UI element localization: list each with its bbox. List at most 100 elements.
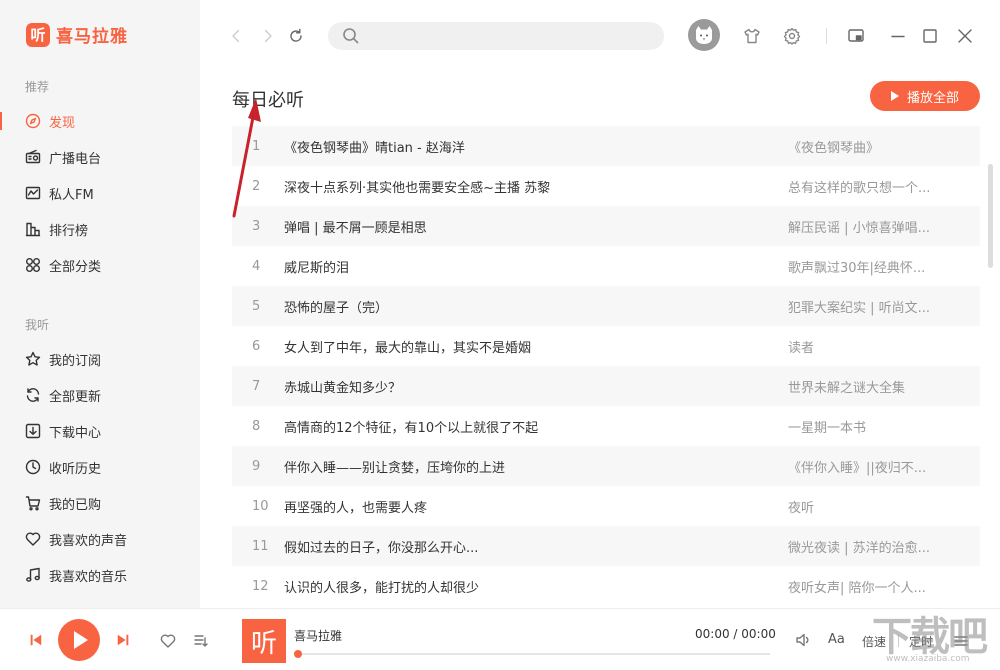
track-title[interactable]: 恐怖的屋子（完）	[284, 297, 788, 316]
play-icon	[890, 91, 899, 101]
progress-bar[interactable]	[294, 650, 770, 658]
sidebar-item-label: 私人FM	[49, 187, 94, 203]
track-title[interactable]: 《夜色钢琴曲》晴tian - 赵海洋	[284, 137, 788, 156]
track-title[interactable]: 再坚强的人，也需要人疼	[284, 497, 788, 516]
track-album[interactable]: 微光夜读 | 苏洋的治愈...	[788, 537, 958, 556]
track-title[interactable]: 认识的人很多，能打扰的人却很少	[284, 577, 788, 596]
track-number: 1	[252, 138, 261, 154]
next-icon[interactable]	[115, 632, 131, 648]
sidebar-item-history[interactable]: 收听历史	[0, 453, 200, 481]
sidebar-item-updates[interactable]: 全部更新	[0, 381, 200, 409]
track-album[interactable]: 总有这样的歌只想一个...	[788, 177, 958, 196]
back-icon[interactable]	[226, 26, 246, 46]
sidebar-item-discover[interactable]: 发现	[0, 107, 200, 135]
progress-handle[interactable]	[294, 650, 302, 658]
refresh-icon[interactable]	[286, 26, 306, 46]
skin-icon[interactable]	[742, 26, 762, 46]
table-row[interactable]: 11 假如过去的日子，你没那么开心... 微光夜读 | 苏洋的治愈...	[232, 526, 980, 566]
now-playing-title: 喜马拉雅	[294, 629, 343, 643]
refresh-icon	[24, 386, 42, 404]
play-all-label: 播放全部	[906, 90, 959, 106]
font-size-button[interactable]: Aa	[828, 632, 845, 647]
sidebar-item-liked-music[interactable]: 我喜欢的音乐	[0, 561, 200, 589]
minimize-icon[interactable]	[888, 26, 908, 46]
sidebar-item-label: 全部分类	[49, 259, 102, 275]
volume-icon[interactable]	[794, 631, 812, 649]
app-logo[interactable]: 听 喜马拉雅	[26, 22, 128, 47]
table-row[interactable]: 8 高情商的12个特征，有10个以上就很了不起 一星期一本书	[232, 406, 980, 446]
track-title[interactable]: 赤城山黄金知多少？	[284, 377, 788, 396]
track-album[interactable]: 一星期一本书	[788, 417, 958, 436]
like-heart-icon[interactable]	[159, 632, 177, 650]
track-album[interactable]: 夜听	[788, 497, 958, 516]
sidebar-item-purchased[interactable]: 我的已购	[0, 489, 200, 517]
track-number: 5	[252, 298, 261, 314]
play-icon	[74, 631, 88, 649]
track-album[interactable]: 解压民谣 | 小惊喜弹唱...	[788, 217, 958, 236]
track-album[interactable]: 读者	[788, 337, 958, 356]
play-all-button[interactable]: 播放全部	[870, 81, 980, 111]
previous-icon[interactable]	[28, 632, 44, 648]
mini-mode-icon[interactable]	[846, 26, 866, 46]
play-button[interactable]	[58, 619, 100, 661]
table-row[interactable]: 10 再坚强的人，也需要人疼 夜听	[232, 486, 980, 526]
playlist-icon[interactable]	[192, 632, 210, 650]
sidebar-item-label: 全部更新	[49, 389, 102, 405]
table-row[interactable]: 6 女人到了中年，最大的靠山，其实不是婚姻 读者	[232, 326, 980, 366]
track-title[interactable]: 威尼斯的泪	[284, 257, 788, 276]
search-box[interactable]	[328, 22, 664, 50]
sidebar-item-label: 广播电台	[49, 151, 102, 167]
sidebar-item-label: 我的订阅	[49, 353, 102, 369]
track-number: 4	[252, 258, 261, 274]
track-album[interactable]: 歌声飘过30年|经典怀...	[788, 257, 958, 276]
track-title[interactable]: 弹唱 | 最不屑一顾是相思	[284, 217, 788, 236]
track-album[interactable]: 世界未解之谜大全集	[788, 377, 958, 396]
sidebar-item-label: 我的已购	[49, 497, 102, 513]
table-row[interactable]: 4 威尼斯的泪 歌声飘过30年|经典怀...	[232, 246, 980, 286]
watermark-url: www.xiazaiba.com	[886, 654, 970, 664]
sidebar-item-radio[interactable]: 广播电台	[0, 143, 200, 171]
sidebar-item-liked-sounds[interactable]: 我喜欢的声音	[0, 525, 200, 553]
forward-icon[interactable]	[258, 26, 278, 46]
settings-icon[interactable]	[782, 26, 802, 46]
fm-icon	[24, 184, 42, 202]
table-row[interactable]: 9 伴你入睡——别让贪婪，压垮你的上进 《伴你入睡》||夜归不...	[232, 446, 980, 486]
sidebar-item-label: 收听历史	[49, 461, 102, 477]
search-input[interactable]	[368, 29, 658, 43]
logo-text: 喜马拉雅	[56, 27, 128, 47]
table-row[interactable]: 1 《夜色钢琴曲》晴tian - 赵海洋 《夜色钢琴曲》	[232, 126, 980, 166]
track-title[interactable]: 女人到了中年，最大的靠山，其实不是婚姻	[284, 337, 788, 356]
cart-icon	[24, 494, 42, 512]
table-row[interactable]: 7 赤城山黄金知多少？ 世界未解之谜大全集	[232, 366, 980, 406]
avatar[interactable]	[688, 19, 720, 51]
sidebar-item-charts[interactable]: 排行榜	[0, 215, 200, 243]
track-album[interactable]: 《伴你入睡》||夜归不...	[788, 457, 958, 476]
sidebar: 听 喜马拉雅 推荐 发现 广播电台 私人FM 排行榜 全部分类 我听 我的订阅 …	[0, 0, 200, 608]
track-album[interactable]: 《夜色钢琴曲》	[788, 137, 958, 156]
section-title-mine: 我听	[25, 318, 50, 332]
sidebar-item-downloads[interactable]: 下载中心	[0, 417, 200, 445]
heart-icon	[24, 530, 42, 548]
track-number: 3	[252, 218, 261, 234]
table-row[interactable]: 2 深夜十点系列·其实他也需要安全感~主播 苏黎 总有这样的歌只想一个...	[232, 166, 980, 206]
cover-art[interactable]: 听	[242, 619, 286, 663]
star-icon	[24, 350, 42, 368]
close-icon[interactable]	[955, 26, 975, 46]
track-number: 7	[252, 378, 261, 394]
clock-icon	[24, 458, 42, 476]
table-row[interactable]: 5 恐怖的屋子（完） 犯罪大案纪实 | 听尚文...	[232, 286, 980, 326]
track-title[interactable]: 深夜十点系列·其实他也需要安全感~主播 苏黎	[284, 177, 788, 196]
sidebar-item-label: 我喜欢的音乐	[49, 569, 128, 585]
track-album[interactable]: 夜听女声| 陪你一个人...	[788, 577, 958, 596]
scrollbar[interactable]	[988, 164, 993, 268]
sidebar-item-fm[interactable]: 私人FM	[0, 179, 200, 207]
track-title[interactable]: 高情商的12个特征，有10个以上就很了不起	[284, 417, 788, 436]
sidebar-item-categories[interactable]: 全部分类	[0, 251, 200, 279]
maximize-icon[interactable]	[920, 26, 940, 46]
table-row[interactable]: 3 弹唱 | 最不屑一顾是相思 解压民谣 | 小惊喜弹唱...	[232, 206, 980, 246]
track-title[interactable]: 伴你入睡——别让贪婪，压垮你的上进	[284, 457, 788, 476]
sidebar-item-subscriptions[interactable]: 我的订阅	[0, 345, 200, 373]
track-title[interactable]: 假如过去的日子，你没那么开心...	[284, 537, 788, 556]
track-album[interactable]: 犯罪大案纪实 | 听尚文...	[788, 297, 958, 316]
playback-time: 00:00 / 00:00	[695, 627, 776, 641]
